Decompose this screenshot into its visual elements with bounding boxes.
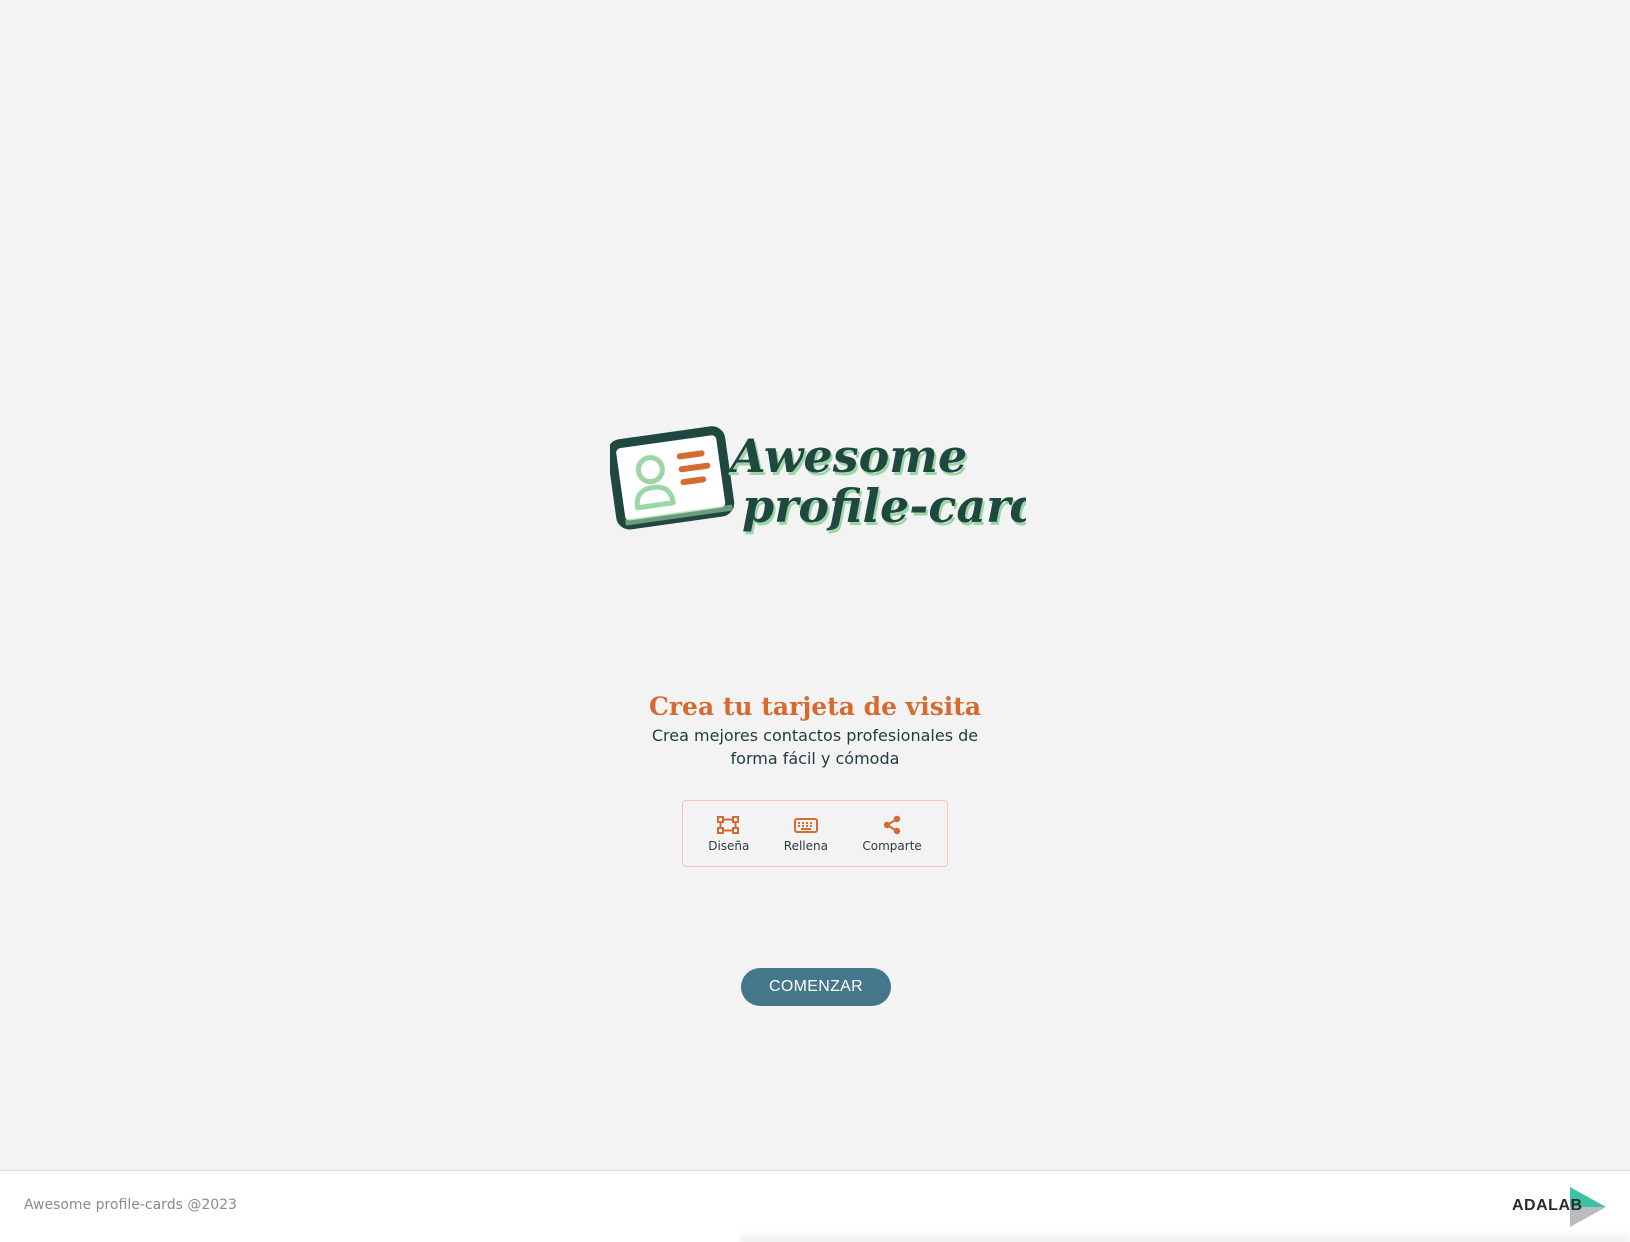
step-design-label: Diseña [708, 838, 750, 853]
app-logo: Awesome Awesome profile-cards profile-ca… [610, 425, 1026, 540]
hero-subtitle-line1: Crea mejores contactos profesionales de [651, 726, 979, 745]
footer: Awesome profile-cards @2023 ADALAB [0, 1170, 1630, 1242]
step-share-label: Comparte [862, 838, 922, 853]
start-button[interactable]: COMENZAR [741, 968, 891, 1006]
step-fill-label: Rellena [783, 838, 828, 853]
copyright-text: Awesome profile-cards @2023 [24, 1197, 237, 1213]
hero-subtitle: Crea mejores contactos profesionales de … [0, 724, 1630, 770]
step-share: Comparte [862, 815, 922, 853]
steps-panel: Diseña Rellena Comparte [682, 800, 948, 867]
step-design: Diseña [708, 815, 749, 853]
adalab-logo-link[interactable]: ADALAB [1512, 1187, 1608, 1227]
design-icon [716, 815, 742, 835]
logo-text-line2-shadow: profile-cards [742, 479, 1026, 533]
hero-subtitle-line2: forma fácil y cómoda [730, 749, 900, 768]
share-icon [879, 815, 905, 835]
adalab-logo-text: ADALAB [1512, 1197, 1583, 1214]
footer-shadow [740, 1232, 1630, 1242]
keyboard-icon [793, 815, 819, 835]
landing-page: Awesome Awesome profile-cards profile-ca… [0, 0, 1630, 1242]
step-fill: Rellena [784, 815, 828, 853]
hero-title: Crea tu tarjeta de visita [648, 692, 982, 721]
logo-text-line1-shadow: Awesome [726, 429, 967, 483]
